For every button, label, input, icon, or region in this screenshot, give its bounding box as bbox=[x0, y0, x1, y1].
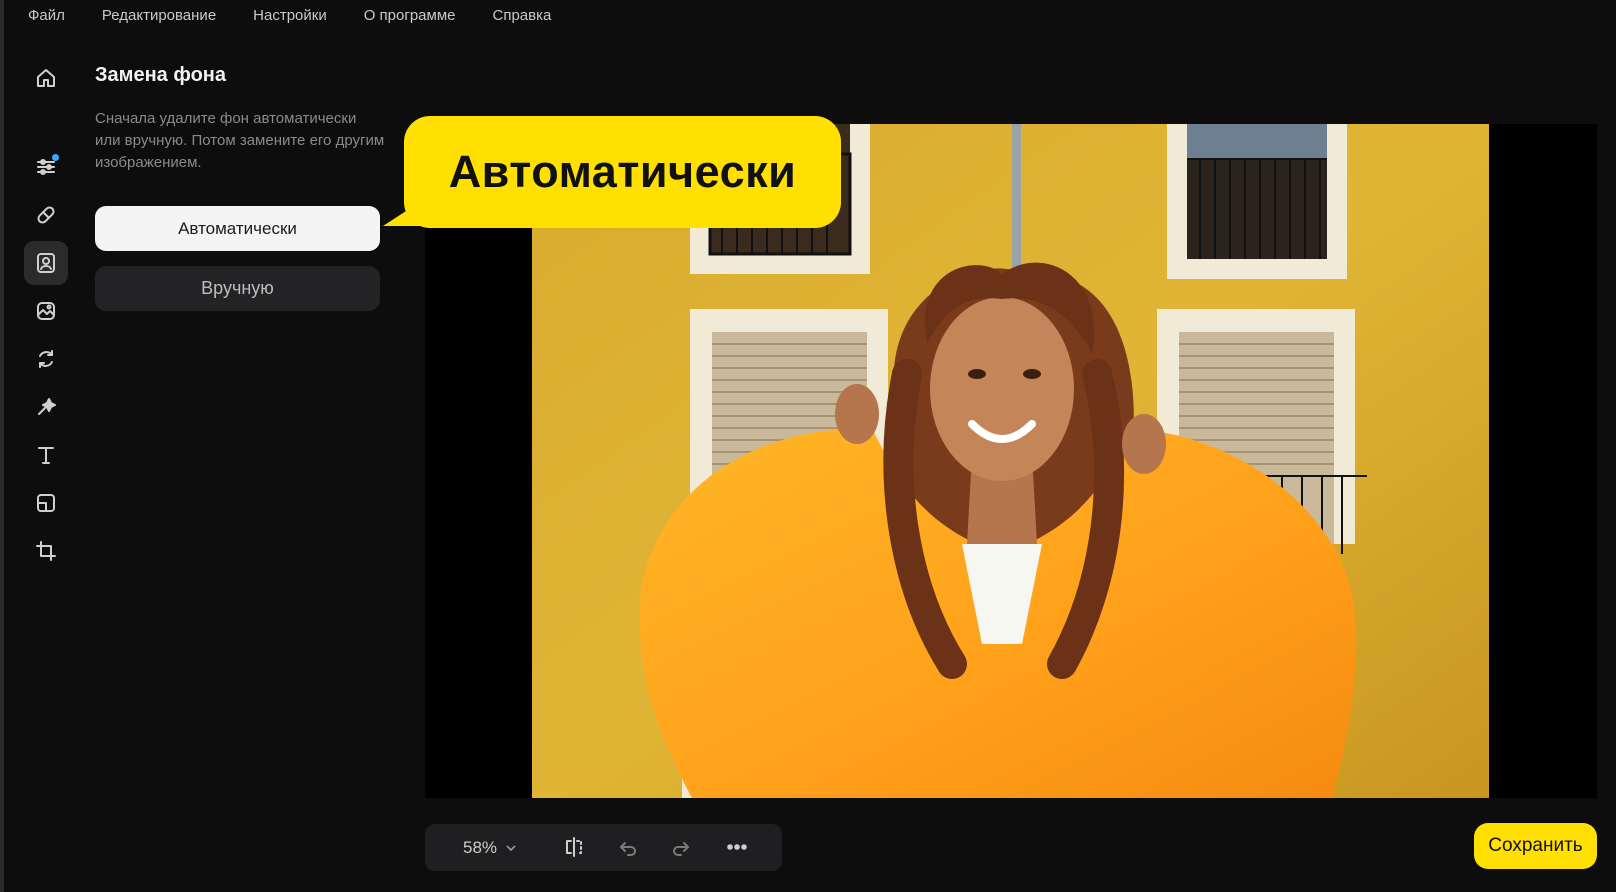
menu-settings[interactable]: Настройки bbox=[253, 7, 327, 24]
menu-edit[interactable]: Редактирование bbox=[102, 7, 216, 24]
menu-about[interactable]: О программе bbox=[364, 7, 456, 24]
rail-image-edit[interactable] bbox=[24, 289, 68, 333]
chevron-down-icon bbox=[506, 844, 516, 851]
magic-icon bbox=[38, 398, 56, 415]
replace-icon bbox=[39, 350, 53, 368]
rail-background-replace[interactable] bbox=[24, 241, 68, 285]
menu-file[interactable]: Файл bbox=[28, 7, 65, 24]
callout-text: Автоматически bbox=[448, 146, 797, 197]
undo-icon bbox=[620, 842, 636, 856]
rail-adjustments[interactable] bbox=[24, 145, 68, 189]
rail-retouch[interactable] bbox=[24, 193, 68, 237]
rail-replace[interactable] bbox=[24, 337, 68, 381]
zoom-select[interactable]: 58% bbox=[463, 824, 517, 871]
notification-dot bbox=[52, 154, 59, 161]
menu-bar: Файл Редактирование Настройки О программ… bbox=[4, 0, 1616, 30]
panel-description: Сначала удалите фон автоматически или вр… bbox=[95, 110, 385, 171]
auto-button[interactable]: Автоматически bbox=[95, 206, 380, 251]
bandage-icon bbox=[37, 206, 55, 224]
redo-icon bbox=[673, 842, 689, 856]
more-button[interactable] bbox=[725, 835, 749, 859]
zoom-value: 58% bbox=[463, 837, 498, 857]
panel-title: Замена фона bbox=[95, 64, 226, 86]
text-icon bbox=[38, 447, 54, 464]
app-window: Файл Редактирование Настройки О программ… bbox=[0, 0, 1616, 892]
compare-button[interactable] bbox=[562, 835, 586, 859]
more-icon bbox=[727, 844, 747, 850]
home-icon bbox=[37, 69, 55, 87]
save-button[interactable]: Сохранить bbox=[1474, 823, 1597, 869]
rail-magic[interactable] bbox=[24, 385, 68, 429]
manual-button[interactable]: Вручную bbox=[95, 266, 380, 311]
undo-button[interactable] bbox=[616, 835, 640, 859]
callout-bubble: Автоматически bbox=[404, 116, 841, 228]
rail-crop[interactable] bbox=[24, 529, 68, 573]
rail-layout[interactable] bbox=[24, 481, 68, 525]
menu-help[interactable]: Справка bbox=[492, 7, 551, 24]
compare-icon bbox=[566, 837, 582, 857]
rail-text[interactable] bbox=[24, 433, 68, 477]
bottom-toolbar: 58% bbox=[425, 824, 782, 871]
image-edit-icon bbox=[37, 302, 55, 320]
layout-icon bbox=[37, 494, 55, 512]
redo-button[interactable] bbox=[669, 835, 693, 859]
portrait-icon bbox=[37, 253, 55, 273]
rail-home[interactable] bbox=[24, 56, 68, 100]
crop-icon bbox=[36, 541, 56, 561]
